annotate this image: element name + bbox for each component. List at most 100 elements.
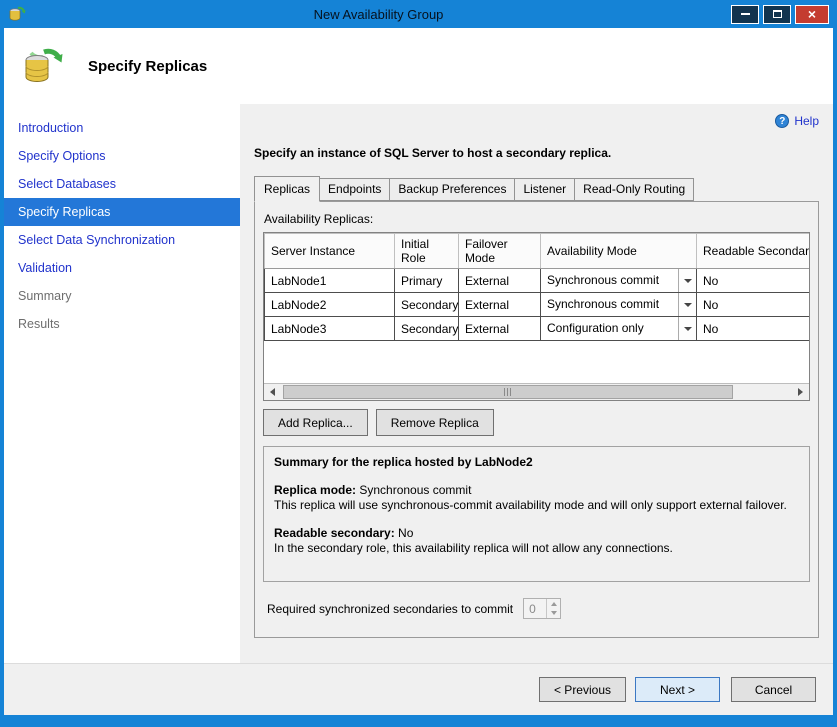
chevron-down-icon[interactable] <box>678 269 696 292</box>
availability-mode-value: Configuration only <box>541 317 678 340</box>
cell-failover-mode: External <box>459 318 540 340</box>
tab-read-only-routing[interactable]: Read-Only Routing <box>574 178 694 201</box>
minimize-icon <box>741 13 750 15</box>
grid-header-row: Server Instance Initial Role Failover Mo… <box>265 234 810 269</box>
quorum-value: 0 <box>524 599 546 618</box>
sidebar-item-summary: Summary <box>4 282 240 310</box>
close-button[interactable]: × <box>795 5 829 24</box>
sidebar-item-results: Results <box>4 310 240 338</box>
help-link[interactable]: Help <box>794 114 819 128</box>
availability-mode-value: Synchronous commit <box>541 293 678 316</box>
instruction-text: Specify an instance of SQL Server to hos… <box>254 146 817 160</box>
summary-readable-line: Readable secondary: No <box>274 526 799 542</box>
column-header-initial-role: Initial Role <box>395 234 459 269</box>
sidebar-item-specify-replicas[interactable]: Specify Replicas <box>4 198 240 226</box>
cell-initial-role: Secondary <box>395 318 458 340</box>
cell-failover-mode: External <box>459 294 540 316</box>
wizard-steps-sidebar: Introduction Specify Options Select Data… <box>4 104 240 663</box>
maximize-button[interactable] <box>763 5 791 24</box>
sidebar-item-validation[interactable]: Validation <box>4 254 240 282</box>
availability-mode-dropdown[interactable]: Synchronous commit <box>541 269 696 292</box>
spinner-buttons <box>546 599 560 618</box>
scrollbar-thumb[interactable] <box>283 385 733 399</box>
tab-backup-preferences[interactable]: Backup Preferences <box>389 178 515 201</box>
table-row: LabNode1 Primary External Synchronous co… <box>265 269 810 293</box>
availability-mode-value: Synchronous commit <box>541 269 678 292</box>
sidebar-item-select-databases[interactable]: Select Databases <box>4 170 240 198</box>
replicas-grid: Server Instance Initial Role Failover Mo… <box>263 232 810 401</box>
wizard-footer: < Previous Next > Cancel <box>4 663 833 715</box>
tab-bar: Replicas Endpoints Backup Preferences Li… <box>254 176 819 201</box>
spinner-down-icon <box>547 609 560 619</box>
scrollbar-grip-icon <box>503 385 512 399</box>
replica-summary-panel: Summary for the replica hosted by LabNod… <box>263 446 810 582</box>
cell-readable-secondary[interactable]: No <box>697 294 809 316</box>
wizard-header: Specify Replicas <box>4 28 833 104</box>
column-header-failover-mode: Failover Mode <box>459 234 541 269</box>
scroll-right-button[interactable] <box>792 384 809 400</box>
titlebar[interactable]: New Availability Group × <box>4 0 833 28</box>
minimize-button[interactable] <box>731 5 759 24</box>
summary-replica-mode-description: This replica will use synchronous-commit… <box>274 498 799 514</box>
sidebar-item-introduction[interactable]: Introduction <box>4 114 240 142</box>
help-icon: ? <box>775 114 789 128</box>
replicas-tab-page: Availability Replicas: Server Instance <box>254 201 819 638</box>
table-row: LabNode3 Secondary External Configuratio… <box>265 317 810 341</box>
previous-button[interactable]: < Previous <box>539 677 626 702</box>
summary-readable-value: No <box>395 526 414 540</box>
cell-initial-role: Primary <box>395 270 458 292</box>
window-controls: × <box>731 5 829 24</box>
tab-replicas[interactable]: Replicas <box>254 176 320 202</box>
scroll-left-button[interactable] <box>264 384 281 400</box>
scroll-right-icon <box>798 388 803 396</box>
replicas-grid-viewport: Server Instance Initial Role Failover Mo… <box>264 233 809 383</box>
scroll-left-icon <box>270 388 275 396</box>
spinner-up-icon <box>547 599 560 609</box>
cell-initial-role: Secondary <box>395 294 458 316</box>
tab-listener[interactable]: Listener <box>514 178 575 201</box>
availability-mode-dropdown[interactable]: Configuration only <box>541 317 696 340</box>
quorum-row: Required synchronized secondaries to com… <box>267 598 810 619</box>
tab-endpoints[interactable]: Endpoints <box>319 178 390 201</box>
sidebar-item-specify-options[interactable]: Specify Options <box>4 142 240 170</box>
column-header-server-instance: Server Instance <box>265 234 395 269</box>
window-title: New Availability Group <box>26 7 731 22</box>
close-icon: × <box>808 7 816 21</box>
page-title: Specify Replicas <box>88 58 207 75</box>
sidebar-item-select-data-synchronization[interactable]: Select Data Synchronization <box>4 226 240 254</box>
cell-server-instance: LabNode2 <box>265 294 394 316</box>
cell-readable-secondary[interactable]: No <box>697 270 809 292</box>
chevron-down-icon[interactable] <box>678 317 696 340</box>
remove-replica-button[interactable]: Remove Replica <box>376 409 494 436</box>
cell-failover-mode: External <box>459 270 540 292</box>
availability-replicas-label: Availability Replicas: <box>264 212 810 226</box>
column-header-availability-mode: Availability Mode <box>541 234 697 269</box>
summary-replica-mode-line: Replica mode: Synchronous commit <box>274 483 799 499</box>
app-icon <box>8 5 26 23</box>
summary-readable-description: In the secondary role, this availability… <box>274 541 799 557</box>
chevron-down-icon[interactable] <box>678 293 696 316</box>
add-replica-button[interactable]: Add Replica... <box>263 409 368 436</box>
summary-title: Summary for the replica hosted by LabNod… <box>274 455 799 471</box>
maximize-icon <box>773 10 782 18</box>
summary-replica-mode-label: Replica mode: <box>274 483 356 497</box>
summary-readable-label: Readable secondary: <box>274 526 395 540</box>
next-button[interactable]: Next > <box>635 677 720 702</box>
cell-readable-secondary[interactable]: No <box>697 318 809 340</box>
cancel-button[interactable]: Cancel <box>731 677 816 702</box>
cell-server-instance: LabNode3 <box>265 318 394 340</box>
scrollbar-track[interactable] <box>281 384 792 400</box>
quorum-spinner: 0 <box>523 598 561 619</box>
wizard-content: ? Help Specify an instance of SQL Server… <box>240 104 833 663</box>
table-row: LabNode2 Secondary External Synchronous … <box>265 293 810 317</box>
column-header-readable-secondary: Readable Secondary <box>697 234 810 269</box>
horizontal-scrollbar[interactable] <box>264 383 809 400</box>
help-row: ? Help <box>250 114 819 128</box>
summary-replica-mode-value: Synchronous commit <box>356 483 471 497</box>
new-availability-group-window: New Availability Group × Specify Repl <box>0 0 837 727</box>
grid-button-row: Add Replica... Remove Replica <box>263 409 810 436</box>
cell-server-instance: LabNode1 <box>265 270 394 292</box>
availability-mode-dropdown[interactable]: Synchronous commit <box>541 293 696 316</box>
quorum-label: Required synchronized secondaries to com… <box>267 602 513 616</box>
availability-group-icon <box>20 43 66 89</box>
